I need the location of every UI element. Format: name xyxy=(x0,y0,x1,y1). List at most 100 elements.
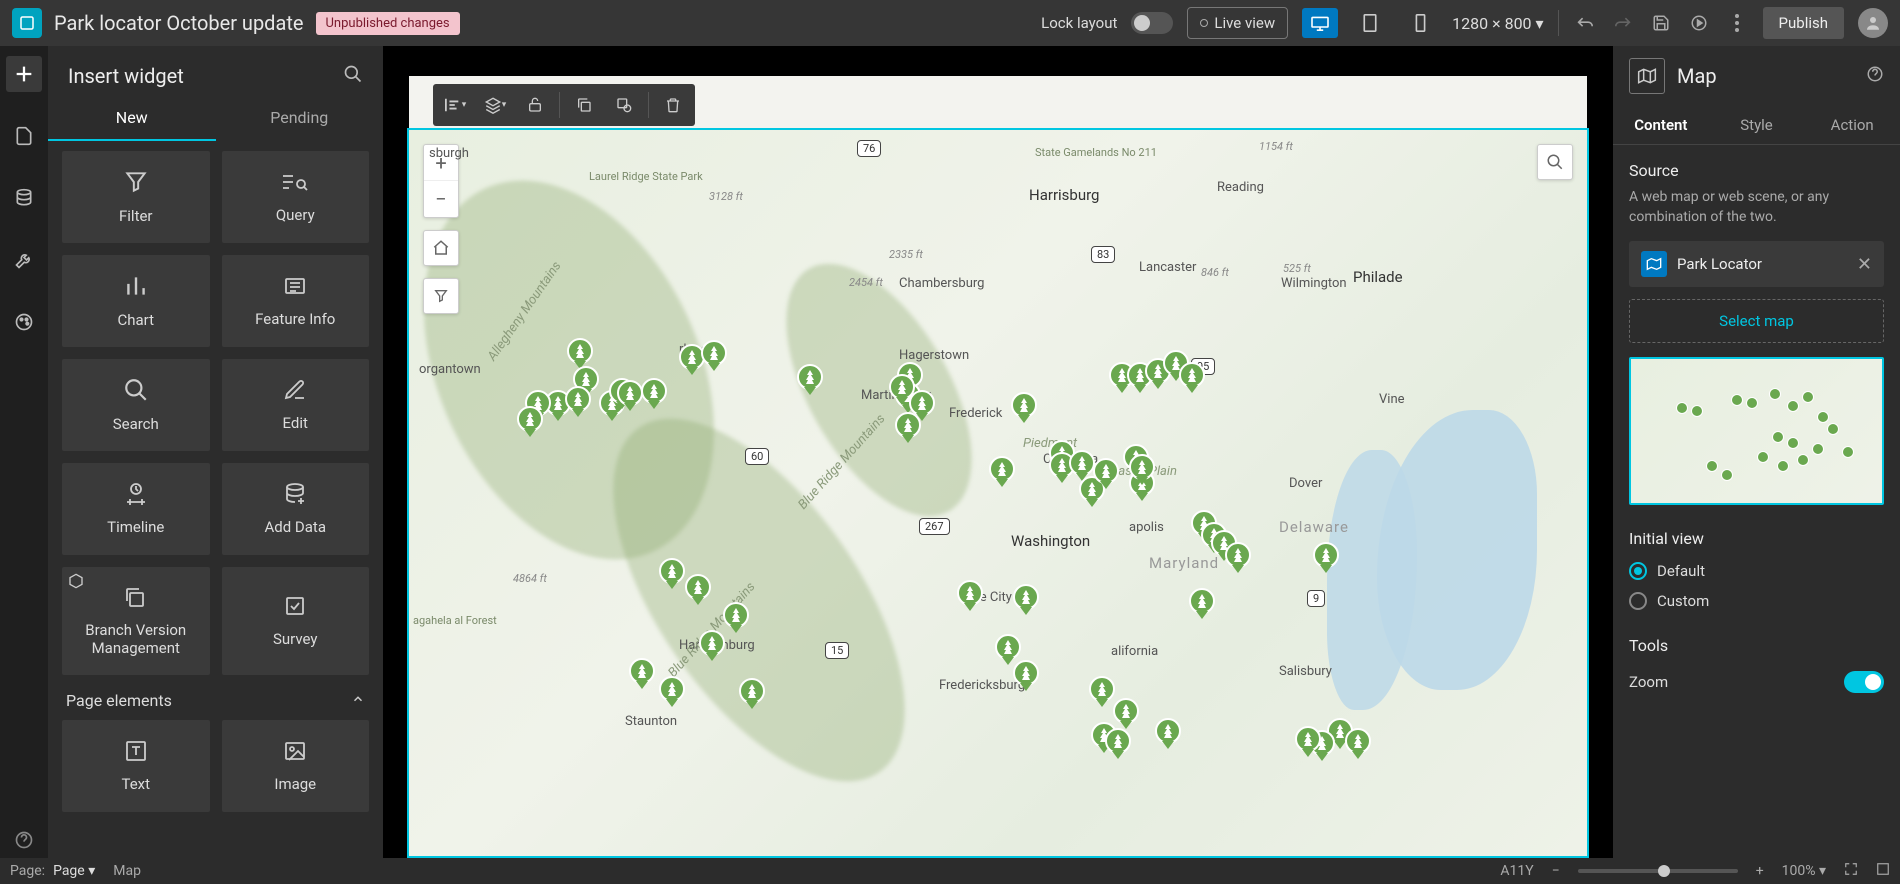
map-search-button[interactable] xyxy=(1537,144,1573,180)
device-desktop-button[interactable] xyxy=(1302,8,1338,38)
app-logo[interactable] xyxy=(12,8,42,38)
park-pin[interactable] xyxy=(1093,458,1119,484)
zoom-in-footer[interactable]: + xyxy=(1756,863,1764,879)
undo-icon[interactable] xyxy=(1573,11,1597,35)
save-icon[interactable] xyxy=(1649,11,1673,35)
widget-edit[interactable]: Edit xyxy=(222,359,370,451)
park-pin[interactable] xyxy=(1069,450,1095,476)
park-pin[interactable] xyxy=(889,374,915,400)
park-pin[interactable] xyxy=(797,364,823,390)
park-pin[interactable] xyxy=(617,380,643,406)
tab-new[interactable]: New xyxy=(48,96,216,141)
park-pin[interactable] xyxy=(1129,454,1155,480)
widget-survey[interactable]: Survey xyxy=(222,567,370,675)
park-pin[interactable] xyxy=(723,602,749,628)
panel-search-icon[interactable] xyxy=(343,64,363,88)
panel-help-icon[interactable] xyxy=(1866,65,1884,87)
park-pin[interactable] xyxy=(565,386,591,412)
park-pin[interactable] xyxy=(1345,728,1371,754)
zoom-out-button[interactable]: − xyxy=(424,181,458,217)
zoom-slider[interactable] xyxy=(1578,869,1738,873)
widget-add-data[interactable]: Add Data xyxy=(222,463,370,555)
fit-icon[interactable] xyxy=(1844,862,1858,880)
map-canvas[interactable]: + − sburghorgantownLaurel Ridge State Pa… xyxy=(409,130,1587,856)
park-pin[interactable] xyxy=(517,406,543,432)
park-pin[interactable] xyxy=(629,658,655,684)
park-pin[interactable] xyxy=(1013,660,1039,686)
rail-insert[interactable] xyxy=(6,56,42,92)
widget-chart[interactable]: Chart xyxy=(62,255,210,347)
radio-custom-input[interactable] xyxy=(1629,592,1647,610)
redo-icon[interactable] xyxy=(1611,11,1635,35)
filter-button[interactable] xyxy=(423,278,459,314)
widget-filter[interactable]: Filter xyxy=(62,151,210,243)
lock-tool-icon[interactable] xyxy=(517,88,553,122)
home-button[interactable] xyxy=(423,230,459,266)
duplicate-tool-icon[interactable] xyxy=(566,88,602,122)
park-pin[interactable] xyxy=(567,338,593,364)
widget-search[interactable]: Search xyxy=(62,359,210,451)
select-map-button[interactable]: Select map xyxy=(1629,299,1884,343)
breadcrumb-map[interactable]: Map xyxy=(113,863,141,879)
align-tool-icon[interactable]: ▾ xyxy=(437,88,473,122)
park-pin[interactable] xyxy=(895,412,921,438)
device-tablet-button[interactable] xyxy=(1352,8,1388,38)
a11y-button[interactable]: A11Y xyxy=(1500,863,1533,879)
zoom-percent[interactable]: 100% ▾ xyxy=(1782,863,1826,879)
fullscreen-icon[interactable] xyxy=(1876,862,1890,880)
tab-action[interactable]: Action xyxy=(1804,106,1900,144)
radio-default[interactable]: Default xyxy=(1629,556,1884,586)
tab-pending[interactable]: Pending xyxy=(216,96,384,141)
park-pin[interactable] xyxy=(1011,392,1037,418)
tab-content[interactable]: Content xyxy=(1613,106,1709,144)
resolution-dropdown[interactable]: 1280 × 800 ▾ xyxy=(1452,14,1543,33)
park-pin[interactable] xyxy=(1155,718,1181,744)
widget-timeline[interactable]: Timeline xyxy=(62,463,210,555)
widget-branch-version[interactable]: Branch Version Management xyxy=(62,567,210,675)
publish-button[interactable]: Publish xyxy=(1763,7,1844,39)
park-pin[interactable] xyxy=(989,456,1015,482)
preview-icon[interactable] xyxy=(1687,11,1711,35)
park-pin[interactable] xyxy=(685,574,711,600)
park-pin[interactable] xyxy=(739,678,765,704)
park-pin[interactable] xyxy=(1013,584,1039,610)
park-pin[interactable] xyxy=(1113,698,1139,724)
park-pin[interactable] xyxy=(1179,362,1205,388)
widget-feature-info[interactable]: Feature Info xyxy=(222,255,370,347)
user-avatar[interactable] xyxy=(1858,8,1888,38)
more-icon[interactable] xyxy=(1725,11,1749,35)
park-pin[interactable] xyxy=(1313,542,1339,568)
live-view-button[interactable]: Live view xyxy=(1187,7,1288,39)
map-thumbnail[interactable] xyxy=(1629,357,1884,505)
rail-utilities[interactable] xyxy=(6,242,42,278)
map-widget-frame[interactable]: ▾ ▾ + − xyxy=(409,76,1587,856)
radio-custom[interactable]: Custom xyxy=(1629,586,1884,616)
widget-text[interactable]: Text xyxy=(62,720,210,812)
radio-default-input[interactable] xyxy=(1629,562,1647,580)
zoom-toggle[interactable] xyxy=(1844,671,1884,693)
park-pin[interactable] xyxy=(659,558,685,584)
widget-image[interactable]: Image xyxy=(222,720,370,812)
rail-theme[interactable] xyxy=(6,304,42,340)
section-page-elements[interactable]: Page elements xyxy=(62,675,369,720)
park-pin[interactable] xyxy=(957,580,983,606)
rail-page[interactable] xyxy=(6,118,42,154)
lock-layout-toggle[interactable] xyxy=(1131,12,1173,34)
park-pin[interactable] xyxy=(641,378,667,404)
remove-source-icon[interactable]: ✕ xyxy=(1857,254,1872,275)
rail-help[interactable] xyxy=(6,822,42,858)
park-pin[interactable] xyxy=(659,676,685,702)
park-pin[interactable] xyxy=(1225,542,1251,568)
park-pin[interactable] xyxy=(701,340,727,366)
arrange-tool-icon[interactable]: ▾ xyxy=(477,88,513,122)
park-pin[interactable] xyxy=(1295,726,1321,752)
delete-tool-icon[interactable] xyxy=(655,88,691,122)
park-pin[interactable] xyxy=(1189,588,1215,614)
park-pin[interactable] xyxy=(1105,728,1131,754)
park-pin[interactable] xyxy=(995,634,1021,660)
rail-data[interactable] xyxy=(6,180,42,216)
park-pin[interactable] xyxy=(1089,676,1115,702)
device-phone-button[interactable] xyxy=(1402,8,1438,38)
page-selector[interactable]: Page ▾ xyxy=(53,863,95,879)
tab-style[interactable]: Style xyxy=(1709,106,1805,144)
